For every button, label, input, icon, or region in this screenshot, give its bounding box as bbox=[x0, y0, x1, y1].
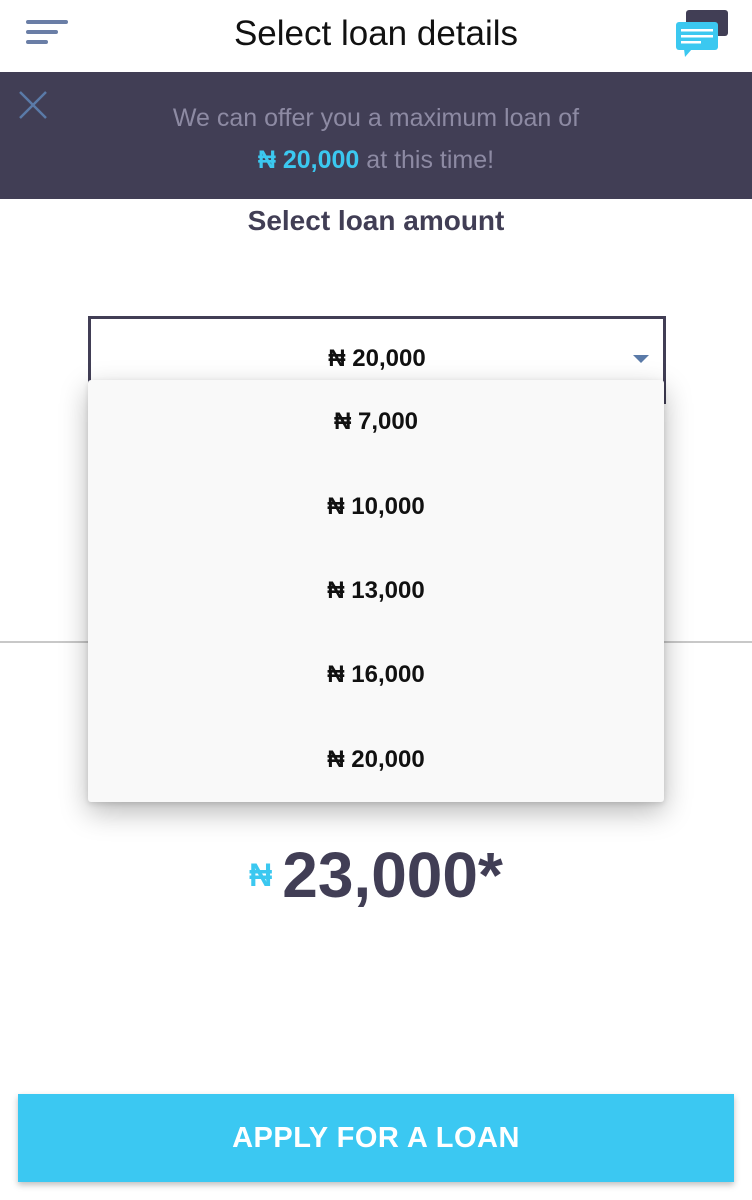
total-amount: 23,000* bbox=[282, 839, 503, 911]
banner-suffix: at this time! bbox=[359, 146, 495, 174]
page-title: Select loan details bbox=[233, 14, 519, 53]
max-loan-banner: We can offer you a maximum loan of ₦ 20,… bbox=[0, 72, 752, 199]
currency-symbol: ₦ bbox=[249, 856, 273, 893]
dropdown-option[interactable]: ₦ 20,000 bbox=[88, 718, 664, 802]
loan-amount-dropdown: ₦ 7,000 ₦ 10,000 ₦ 13,000 ₦ 16,000 ₦ 20,… bbox=[88, 380, 664, 802]
banner-message-line2: ₦ 20,000 at this time! bbox=[0, 146, 752, 175]
selected-loan-amount: ₦ 20,000 bbox=[328, 345, 426, 372]
section-title: Select loan amount bbox=[247, 205, 505, 236]
max-loan-amount: ₦ 20,000 bbox=[257, 146, 360, 174]
dropdown-option[interactable]: ₦ 10,000 bbox=[88, 464, 664, 548]
repayment-total: ₦ 23,000* bbox=[0, 838, 752, 912]
dropdown-option[interactable]: ₦ 13,000 bbox=[88, 549, 664, 633]
app-header: Select loan details bbox=[0, 0, 752, 72]
dropdown-option[interactable]: ₦ 7,000 bbox=[88, 380, 664, 464]
chevron-down-icon bbox=[633, 355, 649, 363]
apply-loan-button[interactable]: APPLY FOR A LOAN bbox=[18, 1094, 734, 1182]
dropdown-option[interactable]: ₦ 16,000 bbox=[88, 633, 664, 717]
banner-message: We can offer you a maximum loan of bbox=[172, 104, 580, 132]
chat-icon[interactable] bbox=[672, 8, 732, 60]
